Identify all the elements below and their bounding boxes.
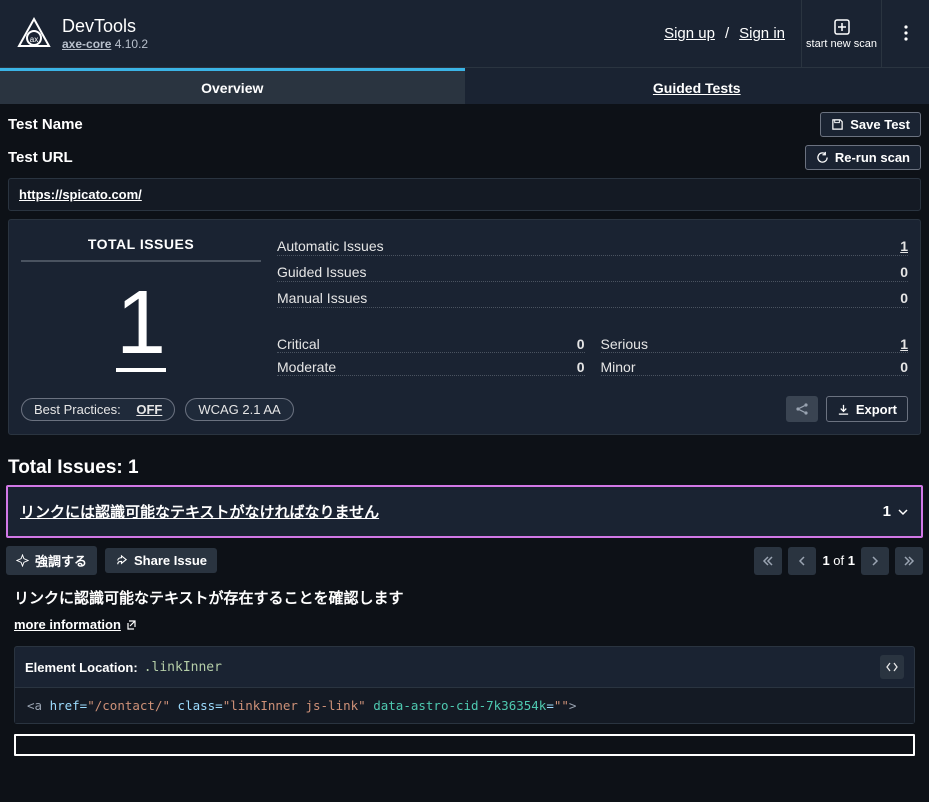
total-issues-label: TOTAL ISSUES: [21, 236, 261, 262]
rerun-scan-button[interactable]: Re-run scan: [805, 145, 921, 170]
issue-pager: 1 of 1: [754, 547, 923, 575]
product-version: axe-core 4.10.2: [62, 37, 148, 51]
issue-title: リンクには認識可能なテキストがなければなりません: [20, 501, 379, 522]
signin-link[interactable]: Sign in: [739, 25, 785, 42]
download-icon: [837, 403, 850, 416]
test-url-label: Test URL: [8, 149, 73, 166]
more-info-link[interactable]: more information: [14, 617, 137, 632]
pager-prev-button[interactable]: [788, 547, 816, 575]
share-scan-button[interactable]: [786, 396, 818, 422]
pager-next-button[interactable]: [861, 547, 889, 575]
total-issues-block: TOTAL ISSUES 1: [21, 236, 261, 376]
wcag-chip[interactable]: WCAG 2.1 AA: [185, 398, 293, 421]
tab-overview[interactable]: Overview: [0, 68, 465, 104]
auth-sep: /: [725, 25, 729, 42]
sev-minor: Minor0: [601, 359, 909, 376]
element-selector: .linkInner: [144, 660, 222, 675]
share-icon: [795, 402, 809, 416]
axe-logo-icon: ax: [16, 16, 52, 52]
chevron-left-icon: [796, 555, 808, 567]
kebab-menu-button[interactable]: [881, 0, 929, 68]
test-url-link[interactable]: https://spicato.com/: [19, 187, 142, 202]
toggle-code-button[interactable]: [880, 655, 904, 679]
start-new-scan-button[interactable]: start new scan: [801, 0, 881, 68]
issue-count: 1: [883, 503, 909, 520]
chevron-down-icon: [897, 506, 909, 518]
export-button[interactable]: Export: [826, 396, 908, 422]
issue-row[interactable]: リンクには認識可能なテキストがなければなりません 1: [6, 485, 923, 538]
plus-box-icon: [833, 18, 851, 36]
chevrons-left-icon: [762, 555, 774, 567]
issue-description: リンクに認識可能なテキストが存在することを確認します: [14, 587, 915, 608]
chevron-right-icon: [869, 555, 881, 567]
code-icon: [885, 660, 899, 674]
element-location-block: Element Location: .linkInner <a href="/c…: [14, 646, 915, 724]
sev-critical: Critical0: [277, 336, 585, 353]
sev-moderate: Moderate0: [277, 359, 585, 376]
total-issues-heading: Total Issues: 1: [0, 443, 929, 485]
summary-card: TOTAL ISSUES 1 Automatic Issues 1 Guided…: [8, 219, 921, 435]
refresh-icon: [816, 151, 829, 164]
element-source: <a href="/contact/" class="linkInner js-…: [15, 687, 914, 723]
chevrons-right-icon: [903, 555, 915, 567]
share-issue-button[interactable]: Share Issue: [105, 548, 217, 573]
test-name-label: Test Name: [8, 116, 83, 133]
tabbar: Overview Guided Tests: [0, 68, 929, 104]
stat-automatic: Automatic Issues 1: [277, 238, 908, 256]
sev-serious: Serious1: [601, 336, 909, 353]
svg-text:ax: ax: [30, 35, 38, 44]
auth-links: Sign up / Sign in: [664, 25, 801, 42]
pager-first-button[interactable]: [754, 547, 782, 575]
save-test-button[interactable]: Save Test: [820, 112, 921, 137]
share-arrow-icon: [115, 554, 128, 567]
kebab-icon: [904, 25, 908, 41]
fix-target-box: [14, 734, 915, 756]
best-practices-chip[interactable]: Best Practices: OFF: [21, 398, 175, 421]
app-header: ax DevTools axe-core 4.10.2 Sign up / Si…: [0, 0, 929, 68]
save-icon: [831, 118, 844, 131]
external-link-icon: [125, 619, 137, 631]
element-location-label: Element Location:: [25, 660, 138, 675]
logo-block: ax DevTools axe-core 4.10.2: [0, 16, 164, 52]
tab-guided-tests[interactable]: Guided Tests: [465, 68, 929, 104]
total-issues-count: 1: [116, 268, 166, 372]
stat-guided: Guided Issues 0: [277, 264, 908, 282]
stat-manual: Manual Issues 0: [277, 290, 908, 308]
signup-link[interactable]: Sign up: [664, 25, 715, 42]
highlight-button[interactable]: 強調する: [6, 546, 97, 575]
sparkle-icon: [16, 554, 29, 567]
product-name: DevTools: [62, 16, 148, 37]
pager-last-button[interactable]: [895, 547, 923, 575]
test-url-box: https://spicato.com/: [8, 178, 921, 211]
